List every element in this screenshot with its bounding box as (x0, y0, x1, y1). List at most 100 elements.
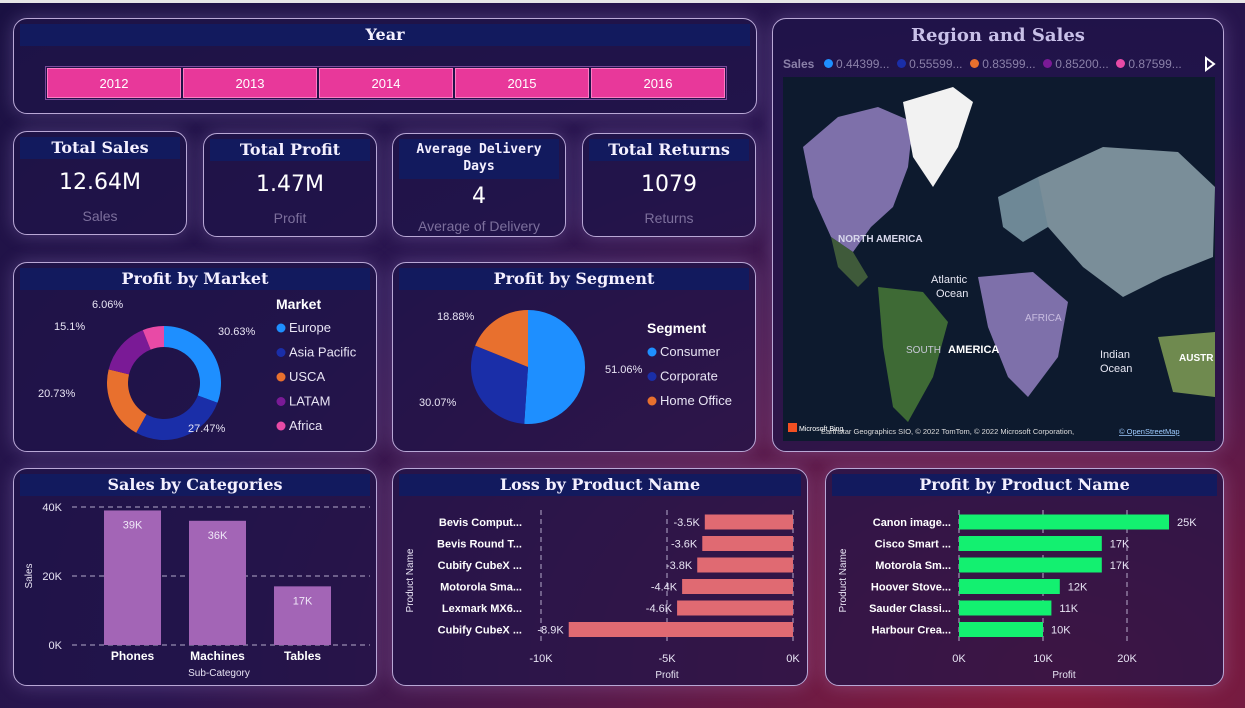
y-axis-label: Product Name (405, 548, 416, 612)
pie-slice-latam (108, 330, 151, 375)
legend-dot-icon (276, 323, 286, 333)
legend-dot-icon (647, 347, 657, 357)
kpi-title: Total Sales (20, 137, 180, 159)
bar (704, 514, 793, 530)
data-label: -4.6K (646, 603, 673, 615)
y-tick-label: Hoover Stove... (871, 582, 951, 594)
legend-item: Europe (289, 320, 331, 335)
kpi-value: 12.64M (59, 170, 141, 195)
legend-dot-icon (1116, 59, 1126, 68)
bar (568, 622, 793, 637)
year-button-2015[interactable]: 2015 (455, 68, 589, 98)
region-sales-panel: Region and Sales Sales 0.44399... 0.5559… (772, 18, 1224, 452)
kpi-total-profit: Total Profit 1.47M Profit (203, 133, 377, 237)
bar (677, 600, 793, 616)
data-label: 36K (208, 530, 228, 542)
y-tick-label: Motorola Sma... (440, 582, 522, 594)
legend-dot-icon (896, 59, 906, 68)
data-label: -3.6K (671, 539, 698, 551)
microsoft-logo-icon (788, 423, 797, 432)
legend-next-icon[interactable] (1203, 56, 1217, 72)
map-label-north-america: NORTH AMERICA (838, 234, 923, 245)
legend-dot-icon (969, 59, 979, 68)
y-tick-label: Canon image... (873, 517, 951, 529)
data-label: 15.1% (54, 321, 85, 333)
map-label-australia: AUSTR (1179, 353, 1214, 364)
year-button-2016[interactable]: 2016 (591, 68, 725, 98)
data-label: 17K (293, 595, 313, 607)
map-legend-item: 0.87599... (1128, 57, 1182, 71)
x-tick-label: 0K (952, 653, 966, 665)
map-title: Region and Sales (911, 25, 1085, 46)
legend-dot-icon (1042, 59, 1052, 68)
data-label: 39K (123, 519, 143, 531)
loss-by-product-chart: -10K -5K 0K Bevis Comput... -3.5K Bevis Round… (405, 510, 800, 681)
data-label: -3.5K (674, 517, 701, 529)
bar (682, 579, 793, 594)
year-button-2012[interactable]: 2012 (47, 68, 181, 98)
legend-dot-icon (276, 397, 286, 406)
legend-dot-icon (823, 59, 833, 68)
year-button-2014[interactable]: 2014 (319, 68, 453, 98)
y-axis-label: Product Name (838, 548, 849, 612)
legend-dot-icon (276, 372, 286, 382)
bar (959, 514, 1169, 530)
data-label: 17K (1110, 560, 1130, 572)
y-tick-label: Cubify CubeX ... (438, 560, 522, 572)
y-axis-label: Sales (24, 563, 35, 588)
map-legend-item: 0.44399... (836, 57, 890, 71)
map-legend-item: 0.55599... (909, 57, 963, 71)
chart-title: Profit by Product Name (832, 474, 1217, 496)
data-label: 51.06% (605, 364, 643, 376)
bar (702, 536, 793, 551)
map-label-africa: AFRICA (1025, 313, 1062, 324)
kpi-label: Sales (82, 208, 118, 224)
y-tick-label: 40K (42, 502, 62, 514)
data-label: 30.07% (419, 397, 457, 409)
legend-title: Segment (647, 320, 706, 336)
y-tick-label: Sauder Classi... (869, 603, 951, 615)
data-label: 17K (1110, 539, 1130, 551)
legend-dot-icon (276, 348, 286, 357)
x-axis-label: Profit (1052, 670, 1076, 681)
legend-item: LATAM (289, 394, 330, 409)
data-label: 6.06% (92, 299, 123, 311)
legend-item: Asia Pacific (289, 345, 357, 360)
profit-by-market-chart: 30.63% 27.47% 20.73% 15.1% 6.06% Market Europe… (38, 296, 357, 440)
map-legend-item: 0.85200... (1055, 57, 1109, 71)
kpi-total-sales: Total Sales 12.64M Sales (13, 131, 187, 235)
profit-by-market-panel: Profit by Market 30.63% 27.47% 20.73% 15.1%… (13, 262, 377, 452)
sales-by-categories-chart: 0K 20K 40K 39K Phones 36K Machines 17K Tables Sub… (24, 502, 370, 679)
x-tick-label: -10K (529, 653, 553, 665)
map-label-south-america: SOUTH (906, 345, 941, 356)
kpi-title: Total Returns (589, 139, 749, 161)
year-button-2013[interactable]: 2013 (183, 68, 317, 98)
year-slicer-panel: Year 2012 2013 2014 2015 2016 (13, 18, 757, 114)
loss-by-product-panel: Loss by Product Name -10K -5K 0K Bevis Comp… (392, 468, 808, 686)
map-legend: Sales 0.44399... 0.55599... 0.83599... 0… (783, 57, 1182, 75)
year-slicer: 2012 2013 2014 2015 2016 (45, 66, 727, 100)
data-label: -3.8K (666, 560, 693, 572)
map-osm-link[interactable]: © OpenStreetMap (1119, 427, 1180, 436)
chart-title: Profit by Segment (399, 268, 749, 290)
bar (959, 600, 1052, 616)
legend-item: Corporate (660, 369, 718, 384)
pie-slice-europe (164, 326, 221, 403)
x-axis-label: Profit (655, 670, 679, 681)
map-legend-item: 0.83599... (982, 57, 1036, 71)
data-label: -4.4K (651, 582, 678, 594)
x-tick-label: 20K (1117, 653, 1137, 665)
profit-by-product-panel: Profit by Product Name 0K 10K 20K Canon ima… (825, 468, 1224, 686)
map-label-indian-ocean: Ocean (1100, 363, 1132, 375)
pie-slice-usca (106, 369, 147, 433)
kpi-average-delivery: Average Delivery Days 4 Average of Deliv… (392, 133, 566, 237)
map-label-atlantic: Ocean (936, 288, 968, 300)
data-label: 10K (1051, 625, 1071, 637)
x-tick-label: 10K (1033, 653, 1053, 665)
legend-dot-icon (647, 396, 657, 406)
x-axis-label: Sub-Category (188, 668, 250, 679)
data-label: 27.47% (188, 423, 226, 435)
map-label-indian-ocean: Indian (1100, 349, 1130, 361)
world-map[interactable]: NORTH AMERICA Atlantic Ocean AFRICA SOUT… (783, 77, 1215, 441)
legend-item: Home Office (660, 393, 732, 408)
